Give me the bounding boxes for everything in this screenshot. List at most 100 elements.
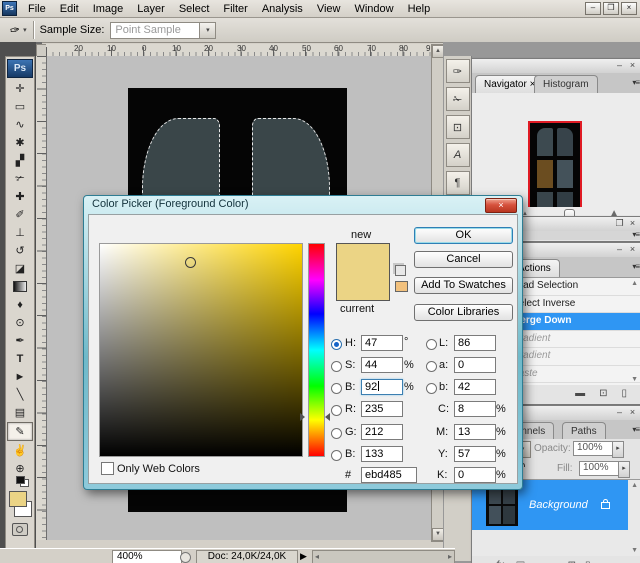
close-panel-icon[interactable]: × bbox=[627, 407, 638, 418]
zoom-level-field[interactable]: 400% bbox=[112, 550, 182, 563]
minimize-button[interactable]: – bbox=[585, 2, 601, 15]
menu-analysis[interactable]: Analysis bbox=[255, 2, 310, 16]
crop-tool-button[interactable]: ▞ bbox=[8, 152, 32, 169]
layer-effects-icon[interactable]: fx. bbox=[496, 560, 507, 563]
only-web-colors-checkbox[interactable] bbox=[101, 462, 114, 475]
h-radio[interactable] bbox=[331, 339, 342, 350]
h-field[interactable]: 47 bbox=[361, 335, 403, 351]
blur-tool-button[interactable]: ♦ bbox=[8, 296, 32, 313]
doc-size-info[interactable]: Doc: 24,0K/24,0K bbox=[196, 550, 298, 563]
y-field[interactable]: 57 bbox=[454, 446, 496, 462]
color-field-marker[interactable] bbox=[185, 257, 196, 268]
horizontal-scrollbar[interactable]: ◂ ▸ bbox=[312, 550, 455, 563]
link-layers-icon[interactable]: ∞ bbox=[480, 560, 487, 563]
brush-tool-button[interactable]: ✐ bbox=[8, 206, 32, 223]
menu-filter[interactable]: Filter bbox=[216, 2, 254, 16]
fill-value[interactable]: 100% bbox=[579, 461, 619, 476]
b2-radio[interactable] bbox=[331, 450, 342, 461]
gradient-tool-button[interactable] bbox=[8, 278, 32, 295]
scroll-up-icon[interactable]: ▲ bbox=[631, 482, 638, 489]
stop-icon[interactable]: ▬ bbox=[575, 388, 585, 399]
chevron-down-icon[interactable]: ▾ bbox=[199, 23, 215, 38]
tab-histogram[interactable]: Histogram bbox=[534, 75, 598, 93]
close-panel-icon[interactable]: × bbox=[627, 244, 638, 255]
layer-mask-icon[interactable]: ▣ bbox=[516, 560, 525, 563]
b-field[interactable]: 92 bbox=[361, 379, 403, 395]
r-field[interactable]: 235 bbox=[361, 401, 403, 417]
g-field[interactable]: 212 bbox=[361, 424, 403, 440]
m-field[interactable]: 13 bbox=[454, 424, 496, 440]
menu-image[interactable]: Image bbox=[86, 2, 131, 16]
close-button[interactable]: × bbox=[621, 2, 637, 15]
color-libraries-button[interactable]: Color Libraries bbox=[414, 304, 513, 321]
scroll-right-icon[interactable]: ▸ bbox=[448, 552, 452, 561]
scroll-down-icon[interactable]: ▼ bbox=[631, 547, 638, 554]
hex-field[interactable]: ebd485 bbox=[361, 467, 417, 483]
menu-help[interactable]: Help bbox=[401, 2, 438, 16]
paragraph-panel-icon[interactable]: ¶ bbox=[446, 171, 470, 195]
delete-action-icon[interactable]: ▯ bbox=[621, 388, 627, 399]
clone-stamp-tool-button[interactable]: ⊥ bbox=[8, 224, 32, 241]
type-tool-button[interactable]: T bbox=[8, 350, 32, 367]
clone-source-panel-icon[interactable]: ⊡ bbox=[446, 115, 470, 139]
close-panel-icon[interactable]: × bbox=[627, 218, 638, 229]
scroll-left-icon[interactable]: ◂ bbox=[315, 552, 319, 561]
restore-panel-icon[interactable]: ❐ bbox=[614, 218, 625, 229]
tool-presets-panel-icon[interactable]: ✁ bbox=[446, 87, 470, 111]
scroll-up-icon[interactable]: ▲ bbox=[631, 280, 638, 287]
healing-brush-tool-button[interactable]: ✚ bbox=[8, 188, 32, 205]
panel-menu-icon[interactable]: ▾≡ bbox=[632, 262, 639, 271]
foreground-color-swatch[interactable] bbox=[9, 491, 27, 507]
zoom-tool-button[interactable]: ⊕ bbox=[8, 460, 32, 477]
panel-menu-icon[interactable]: ▾≡ bbox=[632, 230, 639, 239]
hue-slider[interactable] bbox=[308, 243, 325, 457]
marquee-tool-button[interactable]: ▭ bbox=[8, 98, 32, 115]
swap-colors-icon[interactable] bbox=[16, 476, 25, 484]
a-field[interactable]: 0 bbox=[454, 357, 496, 373]
minimize-panel-icon[interactable]: – bbox=[614, 407, 625, 418]
sample-size-dropdown[interactable]: Point Sample ▾ bbox=[110, 22, 216, 39]
eraser-tool-button[interactable]: ◪ bbox=[8, 260, 32, 277]
scroll-down-icon[interactable]: ▼ bbox=[631, 376, 638, 383]
gamut-color-swatch[interactable] bbox=[395, 281, 408, 292]
move-tool-button[interactable]: ✛ bbox=[8, 80, 32, 97]
hue-slider-right-arrow-icon[interactable] bbox=[325, 413, 330, 421]
k-field[interactable]: 0 bbox=[454, 467, 496, 483]
pen-tool-button[interactable]: ✒ bbox=[8, 332, 32, 349]
a-radio[interactable] bbox=[426, 361, 437, 372]
add-to-swatches-button[interactable]: Add To Swatches bbox=[414, 277, 513, 294]
panel-menu-icon[interactable]: ▾≡ bbox=[632, 78, 639, 87]
delete-layer-icon[interactable]: ▯ bbox=[585, 560, 591, 563]
panel-menu-icon[interactable]: ▾≡ bbox=[632, 425, 639, 434]
bb-field[interactable]: 42 bbox=[454, 379, 496, 395]
menu-edit[interactable]: Edit bbox=[53, 2, 86, 16]
b-radio[interactable] bbox=[331, 383, 342, 394]
tool-preset-arrow-icon[interactable]: ▾ bbox=[23, 26, 27, 34]
close-panel-icon[interactable]: × bbox=[627, 60, 638, 71]
adjustment-layer-icon[interactable]: ◑ bbox=[534, 560, 540, 563]
layer-group-icon[interactable]: ▭ bbox=[549, 560, 558, 563]
bb-radio[interactable] bbox=[426, 383, 437, 394]
gamut-warning-icon[interactable] bbox=[395, 265, 406, 276]
menu-layer[interactable]: Layer bbox=[130, 2, 172, 16]
eyedropper-tool-button[interactable]: ✎ bbox=[7, 422, 33, 441]
hue-slider-left-arrow-icon[interactable] bbox=[300, 413, 305, 421]
fill-spinner-icon[interactable]: ▸ bbox=[618, 461, 630, 478]
restore-button[interactable]: ❐ bbox=[603, 2, 619, 15]
hand-tool-button[interactable]: ✌ bbox=[8, 442, 32, 459]
menu-file[interactable]: File bbox=[21, 2, 53, 16]
status-menu-arrow-icon[interactable]: ▶ bbox=[300, 551, 307, 562]
character-panel-icon[interactable]: A bbox=[446, 143, 470, 167]
c-field[interactable]: 8 bbox=[454, 401, 496, 417]
opacity-spinner-icon[interactable]: ▸ bbox=[612, 441, 624, 458]
dodge-tool-button[interactable]: ⊙ bbox=[8, 314, 32, 331]
lasso-tool-button[interactable]: ∿ bbox=[8, 116, 32, 133]
quick-selection-tool-button[interactable]: ✱ bbox=[8, 134, 32, 151]
l-radio[interactable] bbox=[426, 339, 437, 350]
l-field[interactable]: 86 bbox=[454, 335, 496, 351]
brushes-panel-icon[interactable]: ✑ bbox=[446, 59, 470, 83]
opacity-value[interactable]: 100% bbox=[573, 441, 613, 456]
s-field[interactable]: 44 bbox=[361, 357, 403, 373]
dialog-close-button[interactable]: × bbox=[485, 198, 517, 213]
slice-tool-button[interactable]: ✃ bbox=[8, 170, 32, 187]
